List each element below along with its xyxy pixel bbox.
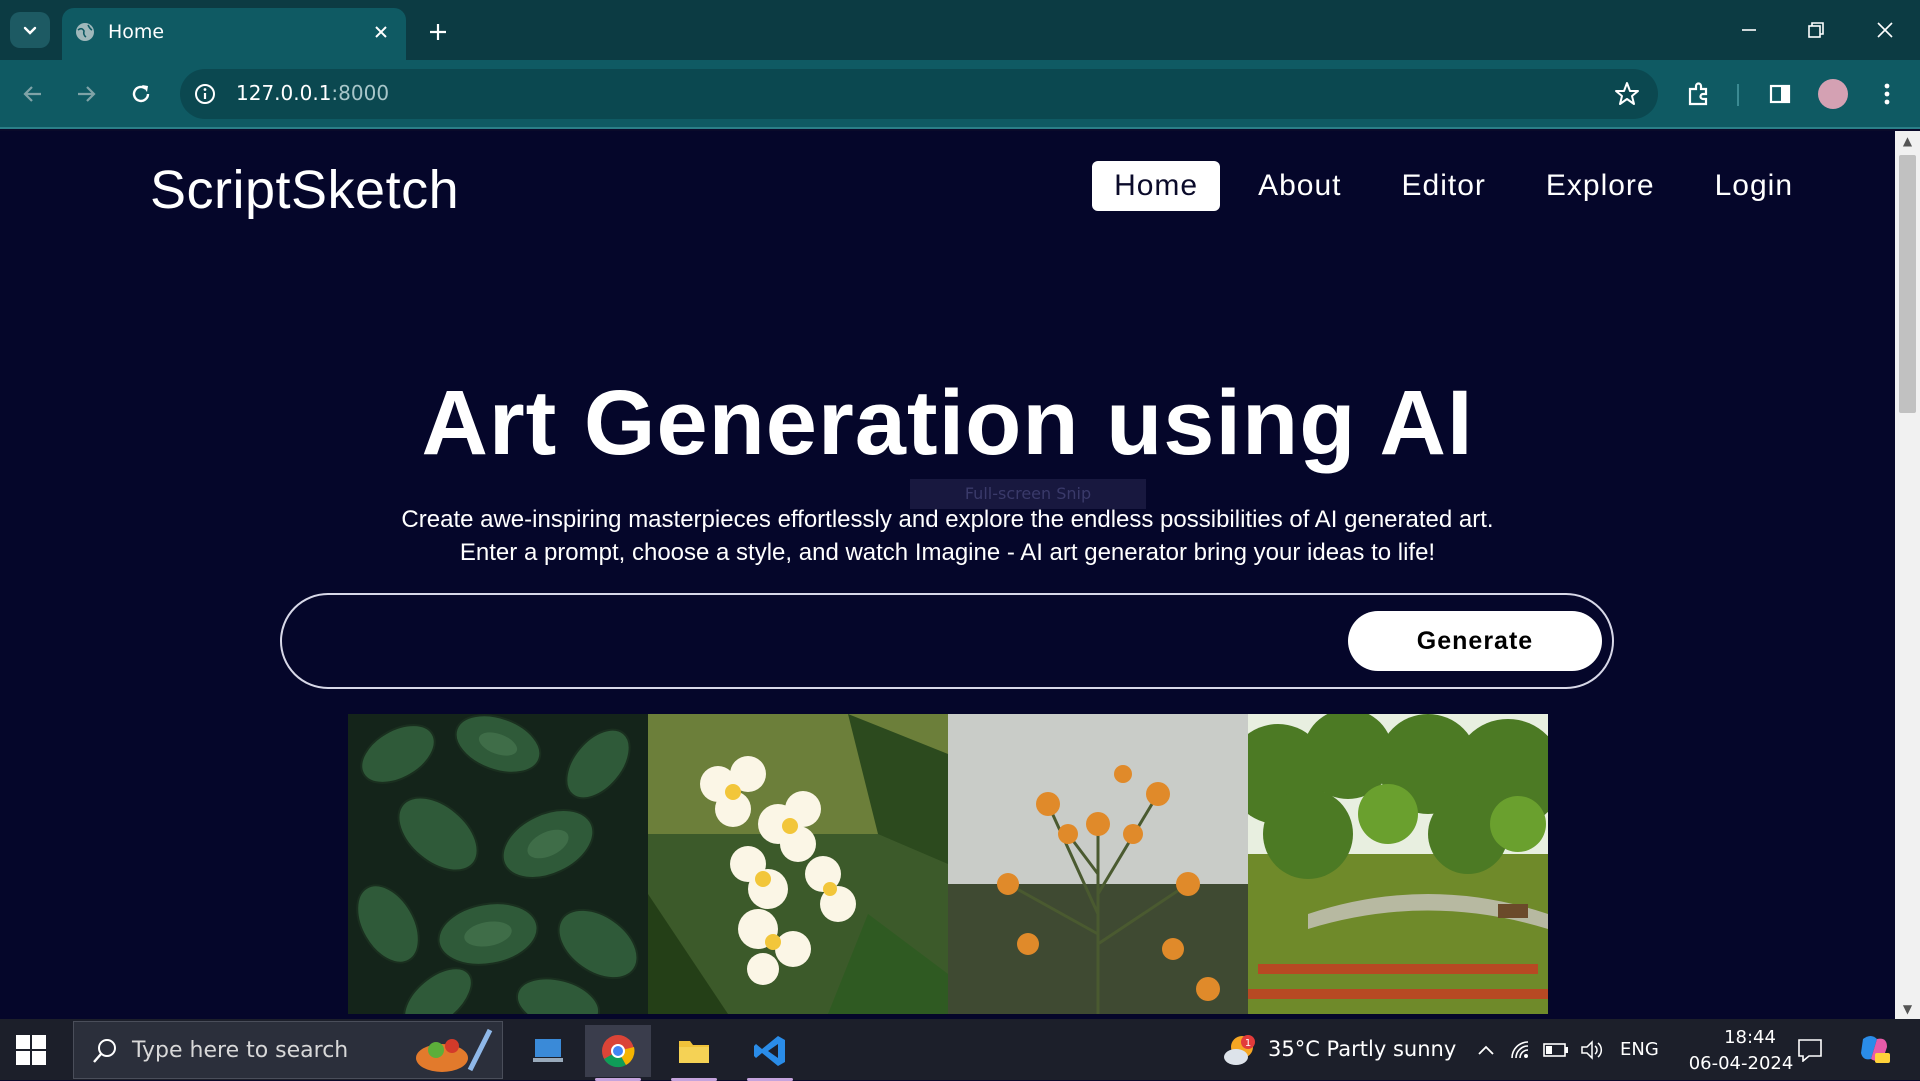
side-panel-button[interactable] <box>1760 74 1800 114</box>
globe-icon <box>76 23 94 41</box>
close-icon <box>375 26 387 38</box>
page-scrollbar[interactable]: ▲ ▼ <box>1895 131 1920 1019</box>
taskbar-app-chrome[interactable] <box>585 1025 651 1081</box>
bookmark-star-button[interactable] <box>1612 79 1642 109</box>
forward-arrow-icon <box>78 86 96 102</box>
chevron-down-icon <box>23 26 37 35</box>
taskbar-app-vscode[interactable] <box>737 1025 803 1081</box>
windows-start-icon[interactable] <box>14 1033 48 1067</box>
side-panel-icon <box>1769 84 1791 104</box>
back-button[interactable] <box>13 74 53 114</box>
profile-avatar[interactable] <box>1818 79 1848 109</box>
main-nav: Home About Editor Explore Login <box>1076 161 1815 211</box>
gallery-image-leaves[interactable] <box>348 714 648 1014</box>
copilot-icon <box>1861 1036 1890 1063</box>
toolbar-divider <box>1737 84 1739 106</box>
reload-icon <box>132 85 150 103</box>
site-logo[interactable]: ScriptSketch <box>150 159 459 221</box>
taskbar-app-file-explorer[interactable] <box>661 1025 727 1081</box>
chrome-icon <box>602 1035 635 1068</box>
close-window-button[interactable] <box>1860 10 1910 50</box>
scroll-thumb[interactable] <box>1899 155 1916 413</box>
wifi-icon <box>1511 1041 1529 1059</box>
minimize-icon <box>1742 29 1756 31</box>
hero-subtitle-line-2: Enter a prompt, choose a style, and watc… <box>459 539 1436 566</box>
hero-subtitle: Create awe-inspiring masterpieces effort… <box>0 503 1895 569</box>
close-icon <box>1877 22 1893 38</box>
tab-search-button[interactable] <box>10 12 50 48</box>
show-hidden-icons-button[interactable] <box>1472 1037 1500 1063</box>
image-gallery <box>348 714 1548 1014</box>
browser-toolbar: 127.0.0.1:8000 <box>0 60 1920 129</box>
notification-icon <box>1798 1039 1822 1062</box>
volume-tray-button[interactable] <box>1578 1037 1606 1063</box>
menu-button[interactable] <box>1867 74 1907 114</box>
nav-login[interactable]: Login <box>1693 161 1815 211</box>
weather-text[interactable]: 35°C Partly sunny <box>1268 1037 1456 1061</box>
desktop-app-icon <box>533 1039 563 1062</box>
vscode-icon <box>754 1036 785 1066</box>
address-bar[interactable]: 127.0.0.1:8000 <box>180 69 1658 119</box>
nav-editor[interactable]: Editor <box>1380 161 1508 211</box>
weather-badge: 1 <box>1245 1038 1251 1049</box>
gallery-image-wildflowers[interactable] <box>948 714 1248 1014</box>
hero-title: Art Generation using AI <box>421 372 1474 474</box>
url-host: 127.0.0.1 <box>236 81 332 105</box>
scroll-down-arrow[interactable]: ▼ <box>1895 999 1920 1019</box>
url-text: 127.0.0.1:8000 <box>236 81 389 105</box>
reload-button[interactable] <box>121 74 161 114</box>
plus-icon <box>430 24 446 40</box>
speaker-icon <box>1581 1040 1603 1060</box>
restore-button[interactable] <box>1791 10 1841 50</box>
search-placeholder: Type here to search <box>132 1038 349 1063</box>
folder-icon <box>679 1041 709 1063</box>
new-tab-button[interactable] <box>420 14 456 50</box>
clock-date: 06-04-2024 <box>1688 1053 1794 1074</box>
gallery-image-plumeria[interactable] <box>648 714 948 1014</box>
wifi-tray-button[interactable] <box>1508 1037 1536 1063</box>
prompt-container: Generate <box>280 593 1614 689</box>
nav-home[interactable]: Home <box>1092 161 1221 211</box>
generate-button[interactable]: Generate <box>1348 611 1602 671</box>
back-arrow-icon <box>23 86 41 102</box>
taskbar: Type here to search 1 35°C Partly sunny <box>0 1019 1920 1081</box>
battery-tray-button[interactable] <box>1542 1037 1570 1063</box>
star-icon <box>1615 82 1639 105</box>
prompt-input[interactable] <box>312 615 1312 671</box>
weather-partly-sunny-icon[interactable]: 1 <box>1222 1033 1258 1067</box>
language-indicator[interactable]: ENG <box>1620 1039 1659 1060</box>
clock-time: 18:44 <box>1724 1027 1776 1048</box>
tab-home[interactable]: Home <box>62 8 406 60</box>
search-highlight-icon <box>416 1028 493 1072</box>
battery-icon <box>1543 1043 1568 1057</box>
scroll-up-arrow[interactable]: ▲ <box>1895 131 1920 151</box>
nav-about[interactable]: About <box>1236 161 1363 211</box>
restore-icon <box>1808 22 1824 38</box>
forward-button[interactable] <box>66 74 106 114</box>
browser-tab-bar: Home <box>0 0 1920 60</box>
snip-tooltip: Full-screen Snip <box>910 479 1146 509</box>
minimize-button[interactable] <box>1724 10 1774 50</box>
kebab-menu-icon <box>1884 83 1890 105</box>
notifications-button[interactable] <box>1796 1037 1824 1063</box>
taskbar-app-explorer-view[interactable] <box>515 1025 581 1077</box>
search-icon <box>93 1039 116 1063</box>
url-port: :8000 <box>331 81 390 105</box>
nav-explore[interactable]: Explore <box>1524 161 1677 211</box>
gallery-image-park[interactable] <box>1248 714 1548 1014</box>
puzzle-icon <box>1688 82 1708 106</box>
extensions-button[interactable] <box>1679 74 1719 114</box>
chevron-up-icon <box>1478 1045 1494 1055</box>
tab-title: Home <box>108 21 165 43</box>
tab-close-button[interactable] <box>368 19 394 45</box>
page-viewport: ScriptSketch Home About Editor Explore L… <box>0 131 1895 1019</box>
copilot-button[interactable] <box>1856 1032 1892 1066</box>
site-info-icon[interactable] <box>192 81 218 107</box>
taskbar-search[interactable]: Type here to search <box>73 1021 503 1079</box>
